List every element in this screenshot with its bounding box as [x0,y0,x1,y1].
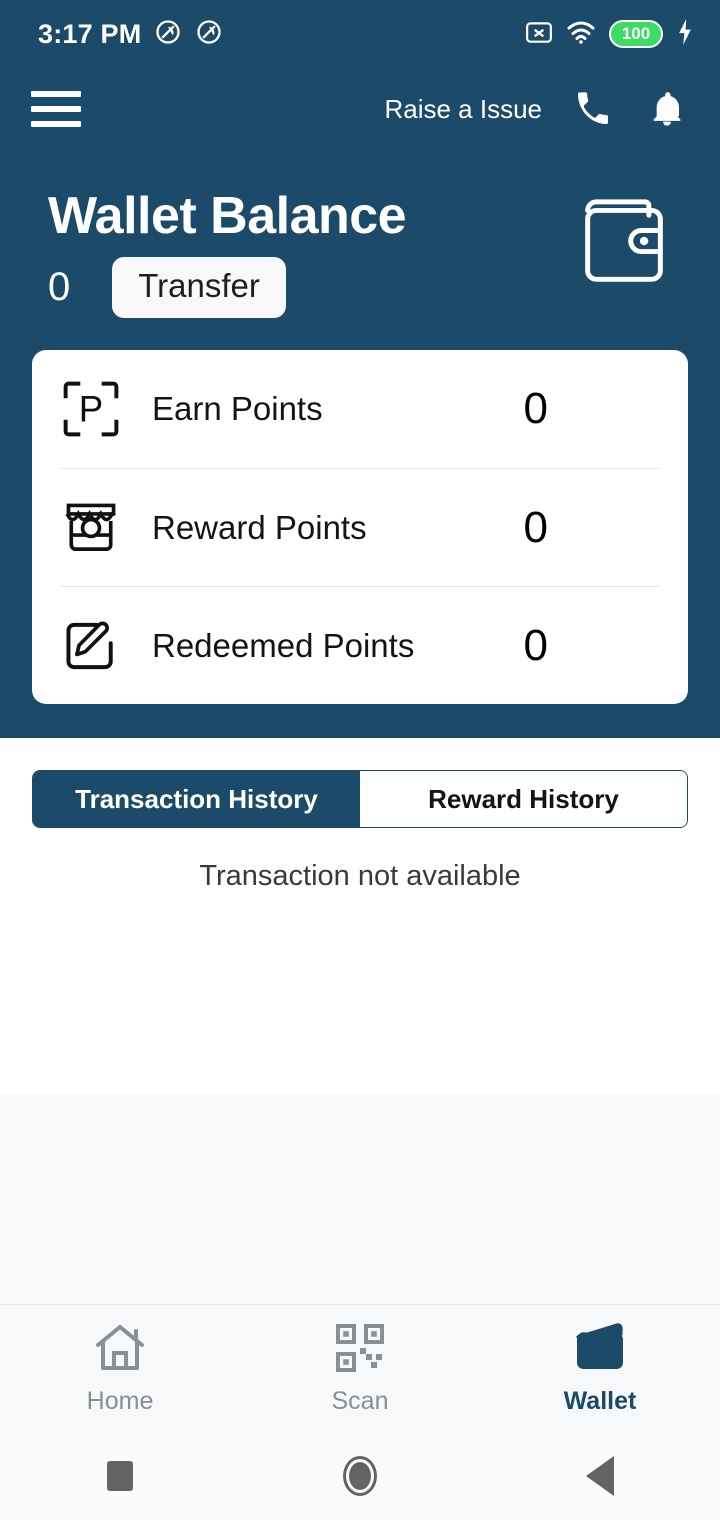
hamburger-menu-icon[interactable] [26,79,86,139]
qr-scan-icon [334,1322,386,1379]
content-filler [0,1094,720,1304]
wallet-balance-block: Wallet Balance 0 Transfer [0,150,720,319]
wallet-balance-texts: Wallet Balance 0 Transfer [48,187,576,319]
points-row-reward[interactable]: Reward Points 0 [60,468,660,586]
shop-icon [60,497,152,559]
bottom-navigation: Home Scan Wallet [0,1304,720,1432]
home-icon [91,1322,149,1379]
home-circle-icon[interactable] [240,1456,480,1496]
tab-reward-history[interactable]: Reward History [360,771,687,828]
back-glyph [586,1456,614,1496]
points-row-earn[interactable]: P Earn Points 0 [60,350,660,468]
status-bar-right: 100 [525,18,694,51]
history-tabs: Transaction History Reward History [32,770,688,829]
app-bar-actions: Raise a Issue [384,86,690,132]
nav-item-wallet[interactable]: Wallet [480,1322,720,1416]
edit-note-icon [60,615,152,677]
no-sim-icon [525,19,553,50]
hamburger-bar [31,91,81,97]
nav-label: Wallet [563,1386,637,1415]
points-value: 0 [523,384,548,434]
header-bottom-spacer [0,704,720,738]
svg-text:P: P [79,389,103,430]
nav-item-scan[interactable]: Scan [240,1322,480,1416]
back-triangle-icon[interactable] [480,1456,720,1496]
wallet-icon [576,188,672,291]
charging-bolt-icon [676,18,694,51]
points-summary-card: P Earn Points 0 Reward Points 0 Redeemed… [32,350,688,705]
points-label: Redeemed Points [152,626,415,664]
wallet-balance-row: 0 Transfer [48,257,576,319]
status-bar: 3:17 PM 100 [0,0,720,68]
bell-icon[interactable] [644,86,690,132]
recents-square-icon[interactable] [0,1461,240,1491]
raise-issue-button[interactable]: Raise a Issue [384,94,542,125]
dnd-icon [195,18,223,51]
dnd-icon [154,18,182,51]
transfer-button[interactable]: Transfer [112,257,286,319]
points-row-redeemed[interactable]: Redeemed Points 0 [60,586,660,704]
points-label: Earn Points [152,390,323,428]
status-time: 3:17 PM [38,18,142,49]
wifi-icon [566,19,596,50]
header-section: 3:17 PM 100 Raise a Issue Wallet Balance… [0,0,720,739]
empty-state-message: Transaction not available [199,860,521,893]
nav-item-home[interactable]: Home [0,1322,240,1416]
home-glyph [343,1456,377,1496]
app-screen: 3:17 PM 100 Raise a Issue Wallet Balance… [0,0,720,1520]
phone-icon[interactable] [570,86,616,132]
wallet-balance-value: 0 [48,265,71,310]
points-label: Reward Points [152,508,367,546]
points-value: 0 [523,620,548,670]
hamburger-bar [31,121,81,127]
recents-glyph [107,1461,133,1491]
nav-label: Home [86,1386,154,1415]
nav-label: Scan [331,1386,389,1415]
status-bar-left: 3:17 PM [38,18,223,51]
battery-indicator: 100 [609,20,663,48]
scan-p-icon: P [60,378,152,440]
hamburger-bar [31,106,81,112]
history-section: Transaction History Reward History Trans… [0,738,720,1095]
wallet-icon [572,1322,628,1379]
android-navigation-bar [0,1432,720,1520]
tab-transaction-history[interactable]: Transaction History [33,771,360,828]
app-bar: Raise a Issue [0,68,720,150]
points-value: 0 [523,502,548,552]
page-title: Wallet Balance [48,187,407,245]
